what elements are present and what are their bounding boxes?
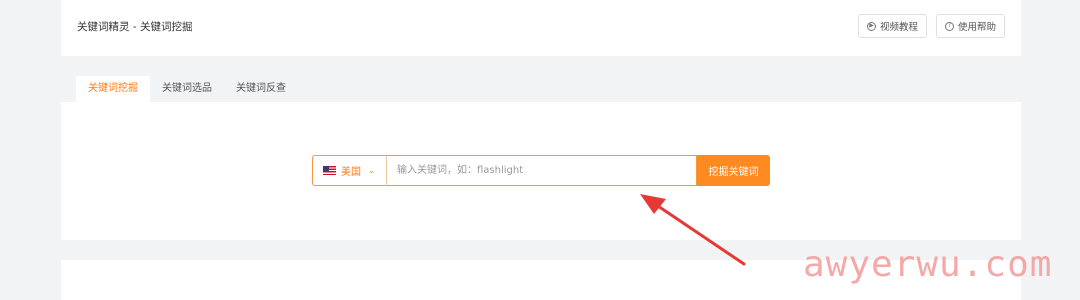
watermark: awyerwu.com	[803, 244, 1053, 285]
